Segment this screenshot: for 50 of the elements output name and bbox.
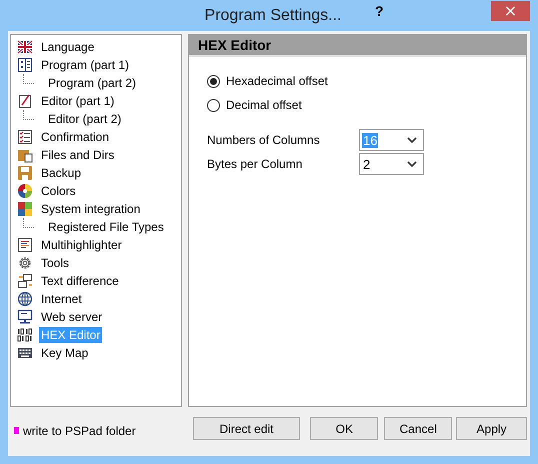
chevron-down-icon <box>407 161 417 167</box>
tree-item[interactable]: Colors <box>39 183 78 199</box>
flag-icon <box>17 39 33 55</box>
tree-item[interactable]: Multihighlighter <box>39 237 124 253</box>
lines-icon <box>17 237 33 253</box>
tree-item[interactable]: Text difference <box>39 273 121 289</box>
checklist-icon <box>17 129 33 145</box>
tree-item[interactable]: Web server <box>39 309 104 325</box>
tree-item[interactable]: Program (part 2) <box>46 75 138 91</box>
floppy-icon <box>17 165 33 181</box>
tree-item[interactable]: Key Map <box>39 345 90 361</box>
panel-header: HEX Editor <box>189 35 526 57</box>
dialog-button[interactable]: Cancel <box>384 417 452 440</box>
field-label: Bytes per Column <box>207 157 304 171</box>
document-icon <box>17 93 33 109</box>
radio-label: Decimal offset <box>226 98 302 112</box>
list-icon <box>17 57 33 73</box>
close-button[interactable]: × <box>491 1 530 21</box>
tree-item[interactable]: System integration <box>39 201 142 217</box>
binary-icon <box>17 327 33 343</box>
keyboard-icon <box>17 345 33 361</box>
dialog-button[interactable]: Apply <box>456 417 527 440</box>
dialog-button[interactable]: Direct edit <box>192 417 300 440</box>
tree-item[interactable]: Language <box>39 39 96 55</box>
palette-icon <box>17 183 33 199</box>
legend-text: write to PSPad folder <box>23 424 136 438</box>
globe-icon <box>17 291 33 307</box>
arrows-icon <box>17 273 33 289</box>
tree-item[interactable]: Program (part 1) <box>39 57 132 73</box>
tree-item[interactable]: Editor (part 1) <box>39 93 116 109</box>
tree-item[interactable]: Registered File Types <box>46 219 166 235</box>
tiles-icon <box>17 201 33 217</box>
tree-item[interactable]: Confirmation <box>39 129 112 145</box>
folder-icon <box>17 147 33 163</box>
radio-button[interactable] <box>207 98 220 112</box>
gear-icon <box>17 255 33 271</box>
radio-button[interactable] <box>207 74 220 88</box>
tree-item[interactable]: Tools <box>39 255 72 271</box>
field-label: Numbers of Columns <box>207 133 321 147</box>
monitor-icon <box>17 309 33 325</box>
tree-item[interactable]: Files and Dirs <box>39 147 116 163</box>
tree-item[interactable]: Backup <box>39 165 84 181</box>
dropdown-field[interactable]: 2 <box>359 153 424 175</box>
dialog-button[interactable]: OK <box>310 417 378 440</box>
window-title: Program Settings... <box>204 6 342 24</box>
radio-label: Hexadecimal offset <box>226 74 328 88</box>
tree-item[interactable]: Editor (part 2) <box>46 111 124 127</box>
tree-item[interactable]: Internet <box>39 291 84 307</box>
chevron-down-icon <box>407 137 417 143</box>
help-button[interactable]: ? <box>371 3 388 19</box>
